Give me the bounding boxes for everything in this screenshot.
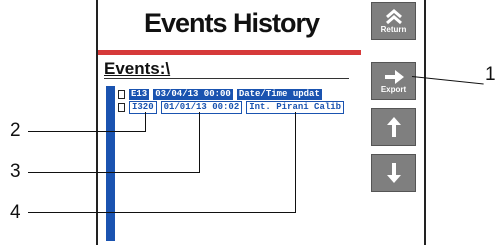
event-row-selected[interactable]: E13 03/04/13 00:00 Date/Time updat: [118, 88, 326, 100]
event-code: E13: [129, 88, 150, 100]
callout-2: 2: [10, 120, 21, 141]
event-datetime: 03/04/13 00:00: [153, 88, 233, 100]
callout-4: 4: [10, 202, 21, 223]
export-label: Export: [380, 84, 407, 94]
scroll-down-button[interactable]: [371, 154, 416, 192]
scroll-up-button[interactable]: [371, 108, 416, 146]
list-divider: [104, 78, 349, 79]
callout-line-4: [28, 212, 296, 213]
callout-1: 1: [485, 64, 496, 85]
arrow-up-icon: [386, 117, 401, 137]
file-icon: [118, 102, 125, 112]
return-button[interactable]: Return: [371, 2, 416, 40]
event-row[interactable]: I320 01/01/13 00:02 Int. Pirani Calib: [118, 100, 348, 114]
event-datetime: 01/01/13 00:02: [160, 100, 243, 114]
title-divider: [98, 50, 361, 55]
return-label: Return: [380, 24, 407, 34]
double-chevron-up-icon: [385, 8, 402, 24]
event-code: I320: [129, 100, 157, 114]
page-title: Events History: [143, 8, 320, 38]
callout-line-2: [28, 131, 146, 132]
arrow-right-icon: [384, 69, 404, 84]
folder-path: Events:\: [104, 59, 171, 78]
callout-line-4v: [295, 112, 296, 213]
callout-line-2v: [145, 112, 146, 132]
callout-line-3: [28, 172, 200, 173]
file-icon: [118, 89, 125, 99]
arrow-down-icon: [386, 163, 401, 183]
event-description: Date/Time updat: [236, 88, 322, 100]
scroll-bar[interactable]: [106, 86, 115, 241]
callout-3: 3: [10, 161, 21, 182]
callout-line-3v: [199, 112, 200, 173]
export-button[interactable]: Export: [371, 62, 416, 100]
